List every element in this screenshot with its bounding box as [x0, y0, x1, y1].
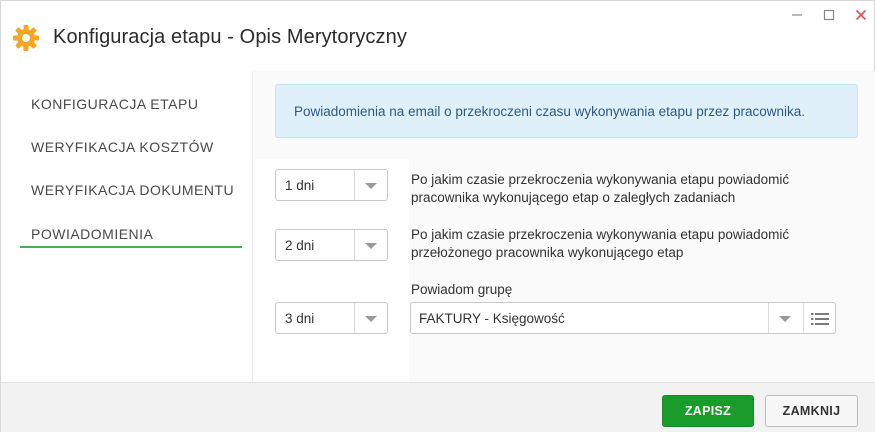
group-delay-select[interactable]: 3 dni [275, 302, 388, 334]
info-banner: Powiadomienia na email o przekroczeni cz… [275, 84, 858, 138]
minimize-icon [792, 14, 802, 16]
group-value: FAKTURY - Księgowość [419, 311, 565, 326]
window-title: Konfiguracja etapu - Opis Merytoryczny [53, 26, 407, 48]
close-button[interactable]: ZAMKNIJ [765, 395, 858, 427]
minimize-button[interactable] [786, 5, 808, 25]
close-window-button[interactable] [850, 5, 872, 25]
close-icon [855, 9, 867, 21]
sidebar-item-konfiguracja-etapu[interactable]: KONFIGURACJA ETAPU [31, 96, 198, 112]
group-combobox[interactable]: FAKTURY - Księgowość [410, 302, 836, 334]
gear-icon [11, 23, 41, 53]
select-value: 1 dni [285, 178, 315, 193]
chevron-down-icon [365, 243, 377, 249]
sidebar-item-powiadomienia[interactable]: POWIADOMIENIA [31, 226, 153, 242]
maximize-button[interactable] [818, 5, 840, 25]
sidebar-item-weryfikacja-dokumentu[interactable]: WERYFIKACJA DOKUMENTU [31, 182, 234, 198]
save-button[interactable]: ZAPISZ [662, 395, 754, 427]
info-text: Powiadomienia na email o przekroczeni cz… [294, 103, 806, 119]
chevron-down-icon[interactable] [778, 315, 792, 323]
title-bar: Konfiguracja etapu - Opis Merytoryczny [1, 1, 875, 71]
chevron-down-icon [365, 316, 377, 322]
dialog-window: Konfiguracja etapu - Opis Merytoryczny K… [0, 0, 875, 432]
list-icon[interactable] [811, 312, 829, 326]
sidebar: KONFIGURACJA ETAPU WERYFIKACJA KOSZTÓW W… [1, 71, 253, 382]
employee-delay-description: Po jakim czasie przekroczenia wykonywani… [411, 172, 790, 205]
group-label: Powiadom grupę [411, 282, 513, 297]
maximize-icon [823, 9, 835, 21]
supervisor-delay-select[interactable]: 2 dni [275, 229, 388, 261]
active-tab-indicator [20, 246, 242, 248]
chevron-down-icon [365, 183, 377, 189]
supervisor-delay-description: Po jakim czasie przekroczenia wykonywani… [411, 227, 790, 260]
select-value: 2 dni [285, 238, 315, 253]
select-value: 3 dni [285, 311, 315, 326]
main-content: Powiadomienia na email o przekroczeni cz… [254, 71, 875, 382]
employee-delay-select[interactable]: 1 dni [275, 169, 388, 201]
dialog-footer: ZAPISZ ZAMKNIJ [1, 382, 875, 432]
sidebar-item-weryfikacja-kosztow[interactable]: WERYFIKACJA KOSZTÓW [31, 139, 214, 155]
